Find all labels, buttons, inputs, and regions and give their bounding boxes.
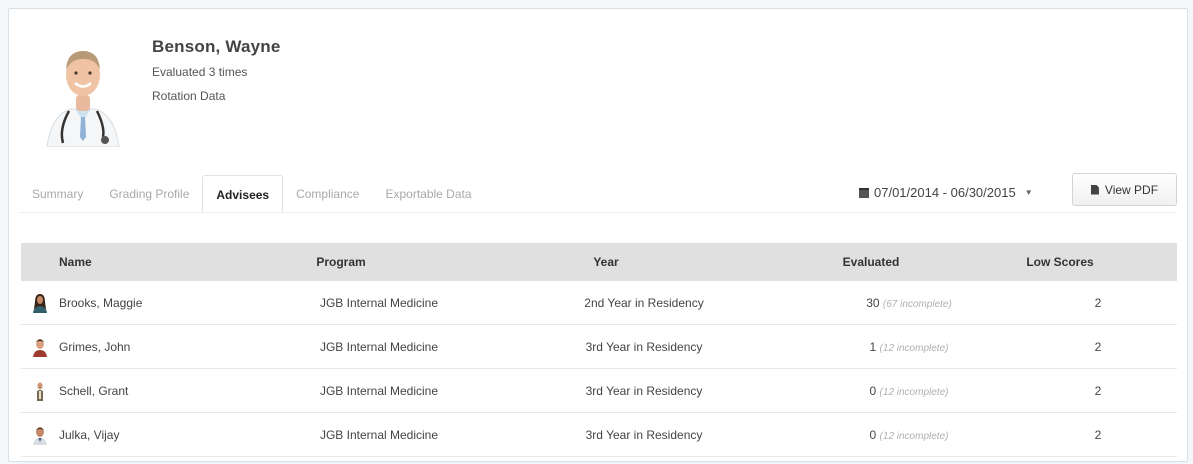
- date-range-label: 07/01/2014 - 06/30/2015: [874, 185, 1016, 200]
- table-row[interactable]: Brooks, Maggie JGB Internal Medicine 2nd…: [21, 281, 1177, 325]
- advisee-year: 3rd Year in Residency: [585, 383, 703, 398]
- column-header-low-scores[interactable]: Low Scores: [981, 255, 1139, 269]
- advisee-avatar-icon: [33, 426, 47, 445]
- incomplete-count[interactable]: (12 incomplete): [880, 431, 949, 442]
- advisee-low-scores: 2: [1094, 427, 1102, 442]
- profile-tabs: Summary Grading Profile Advisees Complia…: [19, 175, 485, 213]
- avatar: [21, 381, 59, 401]
- incomplete-count[interactable]: (67 incomplete): [883, 299, 952, 310]
- advisee-year: 3rd Year in Residency: [585, 427, 703, 442]
- table-row[interactable]: Grimes, John JGB Internal Medicine 3rd Y…: [21, 325, 1177, 369]
- tab-compliance[interactable]: Compliance: [283, 175, 372, 213]
- advisee-year: 2nd Year in Residency: [584, 295, 704, 310]
- tabs-divider: [19, 212, 1177, 213]
- column-header-name[interactable]: Name: [21, 255, 231, 269]
- tab-exportable-data[interactable]: Exportable Data: [372, 175, 484, 213]
- advisee-avatar-icon: [33, 338, 47, 357]
- avatar: [21, 425, 59, 445]
- table-row[interactable]: Julka, Vijay JGB Internal Medicine 3rd Y…: [21, 413, 1177, 457]
- advisee-name[interactable]: Grimes, John: [59, 340, 269, 354]
- evaluated-count: 30: [866, 295, 880, 310]
- view-pdf-button[interactable]: View PDF: [1072, 173, 1177, 206]
- advisee-low-scores: 2: [1094, 295, 1102, 310]
- advisee-avatar-icon: [33, 293, 47, 313]
- evaluated-count: 0: [869, 427, 877, 442]
- advisee-low-scores: 2: [1094, 339, 1102, 354]
- evaluated-count: 1: [869, 339, 877, 354]
- advisee-evaluated: 0 (12 incomplete): [799, 384, 1019, 398]
- tab-grading-profile[interactable]: Grading Profile: [96, 175, 202, 213]
- advisee-avatar-icon: [37, 382, 43, 401]
- advisee-evaluated: 1 (12 incomplete): [799, 340, 1019, 354]
- column-header-evaluated[interactable]: Evaluated: [761, 255, 981, 269]
- advisee-program: JGB Internal Medicine: [319, 383, 439, 398]
- table-header: Name Program Year Evaluated Low Scores: [21, 243, 1177, 281]
- advisee-program: JGB Internal Medicine: [319, 427, 439, 442]
- column-header-program[interactable]: Program: [231, 255, 451, 269]
- column-header-year[interactable]: Year: [451, 255, 761, 269]
- document-icon: [1090, 184, 1099, 195]
- advisee-name[interactable]: Schell, Grant: [59, 384, 269, 398]
- calendar-icon: [859, 187, 869, 198]
- date-range-picker[interactable]: 07/01/2014 - 06/30/2015 ▼: [859, 185, 1033, 200]
- caret-down-icon: ▼: [1024, 188, 1033, 197]
- avatar: [21, 293, 59, 313]
- advisee-program: JGB Internal Medicine: [319, 295, 439, 310]
- avatar: [21, 337, 59, 357]
- advisees-table: Name Program Year Evaluated Low Scores B…: [21, 243, 1177, 457]
- tab-advisees[interactable]: Advisees: [202, 175, 284, 213]
- tab-summary[interactable]: Summary: [19, 175, 96, 213]
- profile-name: Benson, Wayne: [152, 37, 281, 56]
- profile-info: Benson, Wayne Evaluated 3 times Rotation…: [152, 37, 281, 103]
- advisor-profile-card: Benson, Wayne Evaluated 3 times Rotation…: [8, 8, 1188, 462]
- incomplete-count[interactable]: (12 incomplete): [880, 387, 949, 398]
- advisee-year: 3rd Year in Residency: [585, 339, 703, 354]
- view-pdf-label: View PDF: [1104, 182, 1159, 197]
- advisee-evaluated: 30 (67 incomplete): [799, 296, 1019, 310]
- advisee-program: JGB Internal Medicine: [319, 339, 439, 354]
- evaluated-count: Evaluated 3 times: [152, 65, 248, 79]
- rotation-data-link[interactable]: Rotation Data: [152, 89, 281, 103]
- incomplete-count[interactable]: (12 incomplete): [880, 343, 949, 354]
- table-row[interactable]: Schell, Grant JGB Internal Medicine 3rd …: [21, 369, 1177, 413]
- advisee-low-scores: 2: [1094, 383, 1102, 398]
- advisee-name[interactable]: Julka, Vijay: [59, 428, 269, 442]
- evaluated-count: 0: [869, 383, 877, 398]
- advisee-evaluated: 0 (12 incomplete): [799, 428, 1019, 442]
- advisee-name[interactable]: Brooks, Maggie: [59, 296, 269, 310]
- profile-photo: [41, 37, 125, 147]
